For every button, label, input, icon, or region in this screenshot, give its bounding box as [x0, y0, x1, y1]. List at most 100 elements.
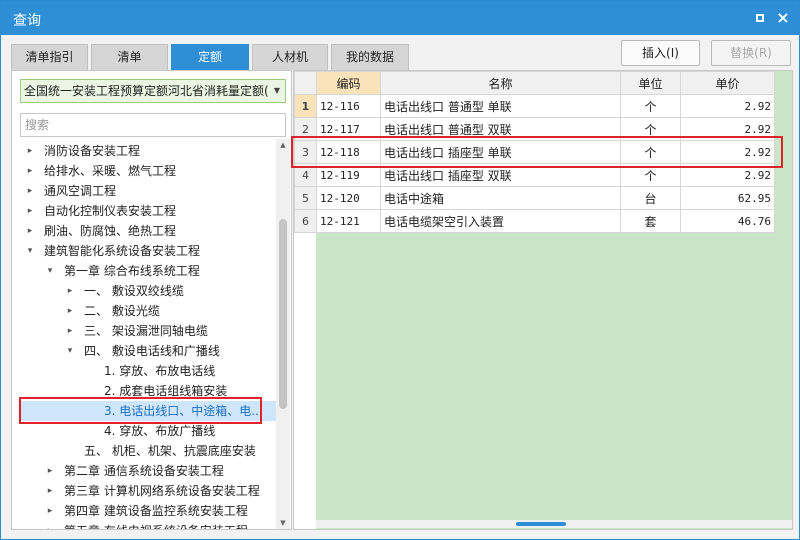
expand-arrow-icon[interactable]: ▸: [64, 301, 76, 321]
replace-button[interactable]: 替换(R): [711, 40, 791, 66]
scroll-up-icon[interactable]: ▲: [276, 139, 290, 151]
tree-item[interactable]: ▸ 自动化控制仪表安装工程: [20, 201, 276, 221]
expand-arrow-icon[interactable]: ▸: [24, 201, 36, 221]
cell-name[interactable]: 电话出线口 插座型 双联: [380, 163, 621, 187]
cell-unit[interactable]: 套: [620, 209, 681, 233]
tree-item[interactable]: ▸ 消防设备安装工程: [20, 141, 276, 161]
tree-item-label: 通风空调工程: [44, 184, 117, 198]
tree-item[interactable]: ▸ 通风空调工程: [20, 181, 276, 201]
cell-price[interactable]: 2.92: [680, 117, 775, 141]
horizontal-scroll-thumb[interactable]: [516, 522, 566, 526]
collapse-arrow-icon[interactable]: ▾: [24, 241, 36, 261]
cell-code[interactable]: 12-118: [316, 140, 381, 164]
tab-my-data[interactable]: 我的数据: [331, 44, 409, 70]
cell-code[interactable]: 12-117: [316, 117, 381, 141]
close-icon[interactable]: ×: [774, 9, 792, 27]
collapse-arrow-icon[interactable]: ▾: [44, 261, 56, 281]
cell-unit[interactable]: 个: [620, 94, 681, 118]
expand-arrow-icon[interactable]: ▸: [24, 181, 36, 201]
cell-unit[interactable]: 个: [620, 140, 681, 164]
tree-item[interactable]: ▸ 一、 敷设双绞线缆: [20, 281, 276, 301]
expand-arrow-icon[interactable]: ▸: [64, 281, 76, 301]
table-row[interactable]: 6 12-121 电话电缆架空引入装置 套 46.76: [294, 209, 775, 233]
cell-name[interactable]: 电话出线口 普通型 双联: [380, 117, 621, 141]
expand-arrow-icon[interactable]: ▸: [44, 461, 56, 481]
tree-item[interactable]: 1. 穿放、布放电话线: [20, 361, 276, 381]
tree-item-label: 4. 穿放、布放广播线: [104, 424, 216, 438]
tab-bill-guide[interactable]: 清单指引: [11, 44, 88, 70]
row-number: 1: [294, 94, 317, 118]
cell-price[interactable]: 62.95: [680, 186, 775, 210]
tree-item[interactable]: ▸ 刷油、防腐蚀、绝热工程: [20, 221, 276, 241]
cell-code[interactable]: 12-119: [316, 163, 381, 187]
tree-item[interactable]: ▾ 四、 敷设电话线和广播线: [20, 341, 276, 361]
expand-arrow-icon[interactable]: ▸: [44, 481, 56, 501]
dropdown-arrow-icon[interactable]: ▼: [269, 80, 285, 102]
tree-item[interactable]: ▸ 第二章 通信系统设备安装工程: [20, 461, 276, 481]
cell-code[interactable]: 12-120: [316, 186, 381, 210]
expand-arrow-icon[interactable]: ▸: [24, 141, 36, 161]
tree-item[interactable]: ▸ 第四章 建筑设备监控系统安装工程: [20, 501, 276, 521]
tree-item[interactable]: ▾ 第一章 综合布线系统工程: [20, 261, 276, 281]
tree-item[interactable]: ▸ 第五章 有线电视系统设备安装工程: [20, 521, 276, 529]
tab-bill[interactable]: 清单: [91, 44, 168, 70]
result-table: 编码 名称 单位 单价 1 12-116 电话出线口 普通型 单联 个 2.92…: [294, 71, 775, 233]
cell-name[interactable]: 电话出线口 普通型 单联: [380, 94, 621, 118]
tree-item[interactable]: 2. 成套电话组线箱安装: [20, 381, 276, 401]
quota-tree-panel: 全国统一安装工程预算定额河北省消耗量定额( ▼ ▸ 消防设备安装工程 ▸ 给排水…: [11, 70, 292, 530]
scroll-down-icon[interactable]: ▼: [276, 517, 290, 529]
expand-arrow-icon[interactable]: ▸: [24, 161, 36, 181]
table-row[interactable]: 2 12-117 电话出线口 普通型 双联 个 2.92: [294, 117, 775, 141]
cell-name[interactable]: 电话中途箱: [380, 186, 621, 210]
tab-labor-material[interactable]: 人材机: [252, 44, 328, 70]
column-header-code[interactable]: 编码: [316, 71, 381, 95]
expand-arrow-icon[interactable]: ▸: [44, 521, 56, 529]
column-header-name[interactable]: 名称: [380, 71, 621, 95]
tab-quota[interactable]: 定额: [171, 44, 249, 70]
tree-item-selected[interactable]: 3. 电话出线口、中途箱、电...: [20, 401, 276, 421]
expand-arrow-icon[interactable]: ▸: [64, 321, 76, 341]
cell-price[interactable]: 2.92: [680, 163, 775, 187]
cell-unit[interactable]: 个: [620, 117, 681, 141]
tree-item-label: 刷油、防腐蚀、绝热工程: [44, 224, 177, 238]
cell-unit[interactable]: 台: [620, 186, 681, 210]
cell-unit[interactable]: 个: [620, 163, 681, 187]
column-header-price[interactable]: 单价: [680, 71, 775, 95]
expand-arrow-icon[interactable]: ▸: [44, 501, 56, 521]
cell-code[interactable]: 12-121: [316, 209, 381, 233]
dialog-title: 查询: [13, 13, 41, 29]
table-row[interactable]: 3 12-118 电话出线口 插座型 单联 个 2.92: [294, 140, 775, 164]
table-row[interactable]: 4 12-119 电话出线口 插座型 双联 个 2.92: [294, 163, 775, 187]
table-row[interactable]: 5 12-120 电话中途箱 台 62.95: [294, 186, 775, 210]
tree-item[interactable]: ▸ 二、 敷设光缆: [20, 301, 276, 321]
tree-item[interactable]: ▸ 给排水、采暖、燃气工程: [20, 161, 276, 181]
cell-name[interactable]: 电话电缆架空引入装置: [380, 209, 621, 233]
cell-name[interactable]: 电话出线口 插座型 单联: [380, 140, 621, 164]
insert-button[interactable]: 插入(I): [621, 40, 700, 66]
collapse-arrow-icon[interactable]: ▾: [64, 341, 76, 361]
tree-item-label: 消防设备安装工程: [44, 144, 141, 158]
tree-item-label: 2. 成套电话组线箱安装: [104, 384, 228, 398]
search-input[interactable]: [20, 113, 286, 137]
column-header-unit[interactable]: 单位: [620, 71, 681, 95]
row-number: 5: [294, 186, 317, 210]
title-bar[interactable]: 查询 ×: [1, 1, 799, 35]
cell-price[interactable]: 46.76: [680, 209, 775, 233]
tree-item-label: 五、 机柜、机架、抗震底座安装: [84, 444, 256, 458]
tree-scrollbar[interactable]: ▲ ▼: [276, 139, 290, 529]
scrollbar-thumb[interactable]: [279, 219, 287, 409]
cell-price[interactable]: 2.92: [680, 94, 775, 118]
cell-code[interactable]: 12-116: [316, 94, 381, 118]
tree-item[interactable]: ▸ 三、 架设漏泄同轴电缆: [20, 321, 276, 341]
cell-price[interactable]: 2.92: [680, 140, 775, 164]
tree-item[interactable]: 4. 穿放、布放广播线: [20, 421, 276, 441]
tree-item-label: 1. 穿放、布放电话线: [104, 364, 216, 378]
grid-horizontal-scrollbar[interactable]: [316, 520, 792, 528]
tree-item[interactable]: 五、 机柜、机架、抗震底座安装: [20, 441, 276, 461]
table-row[interactable]: 1 12-116 电话出线口 普通型 单联 个 2.92: [294, 94, 775, 118]
maximize-icon[interactable]: [751, 9, 769, 27]
expand-arrow-icon[interactable]: ▸: [24, 221, 36, 241]
tree-item[interactable]: ▾ 建筑智能化系统设备安装工程: [20, 241, 276, 261]
tree-item[interactable]: ▸ 第三章 计算机网络系统设备安装工程: [20, 481, 276, 501]
quota-database-select[interactable]: 全国统一安装工程预算定额河北省消耗量定额( ▼: [20, 79, 286, 103]
